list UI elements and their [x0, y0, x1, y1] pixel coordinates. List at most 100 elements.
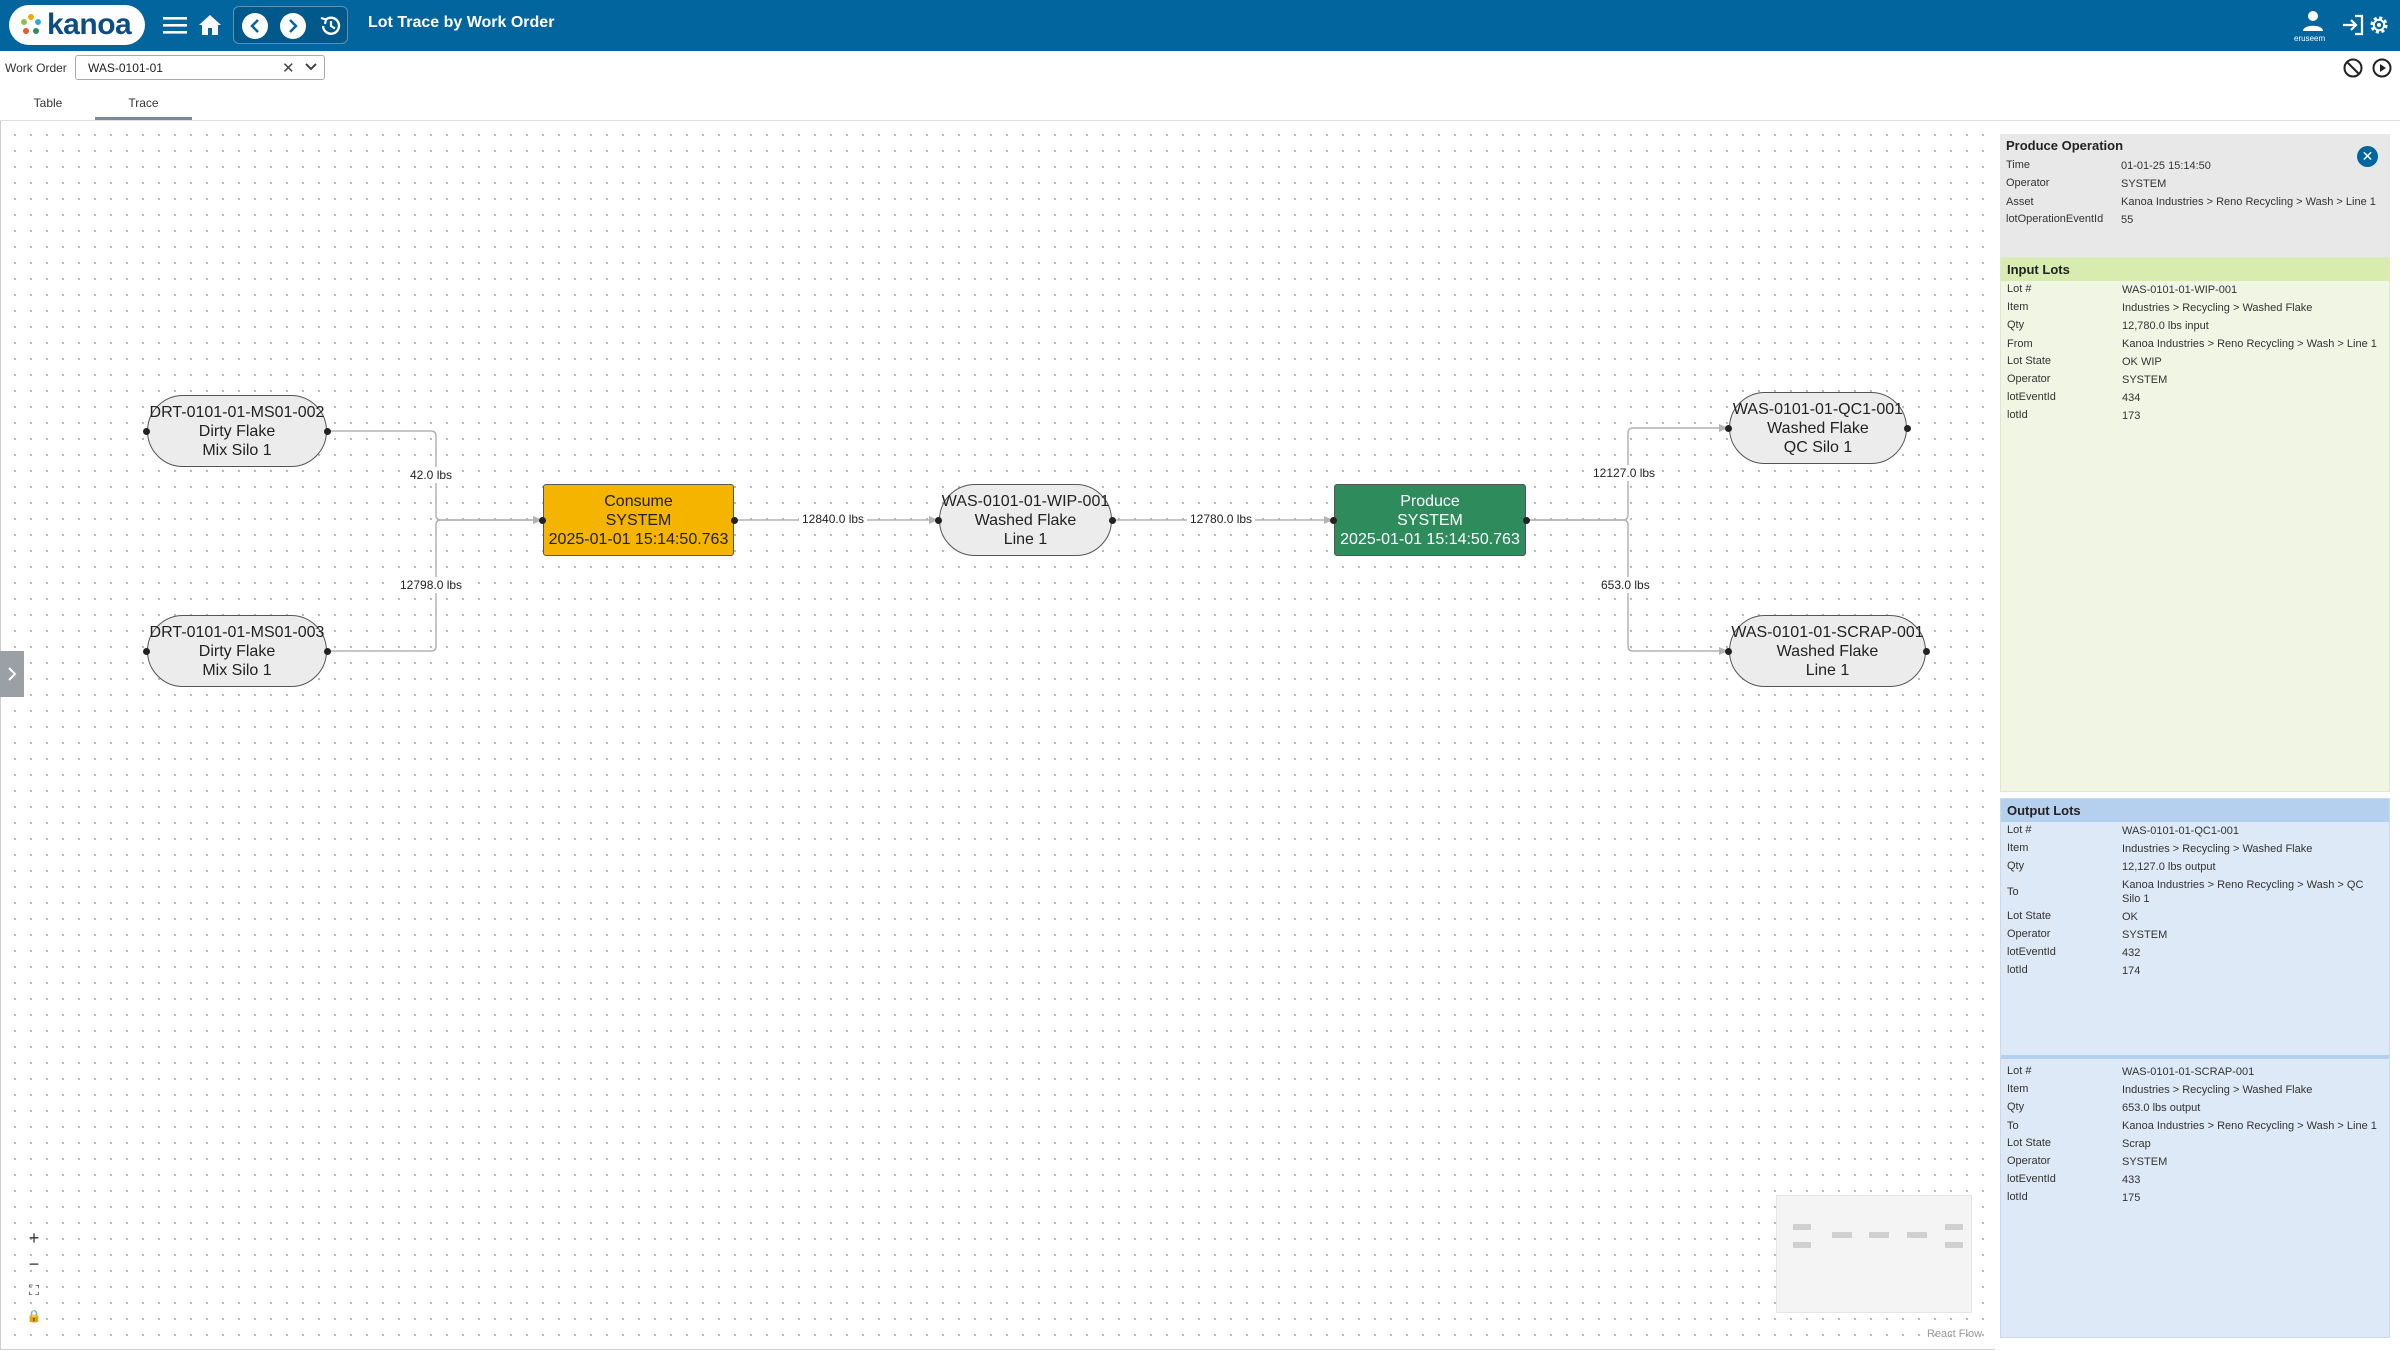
operation-rows: Time 01-01-25 15:14:50 Operator SYSTEM Ass…: [2000, 157, 2390, 229]
minimap-node: [1907, 1232, 1927, 1238]
menu-icon[interactable]: [160, 10, 190, 40]
play-icon[interactable]: [2371, 57, 2393, 79]
produce-operation-node[interactable]: Produce SYSTEM 2025-01-01 15:14:50.763: [1334, 484, 1526, 556]
node-handle[interactable]: [143, 648, 150, 655]
detail-row: Operator SYSTEM: [2001, 926, 2389, 944]
detail-key: Lot State: [2007, 355, 2052, 367]
detail-row: lotEventId 432: [2001, 944, 2389, 962]
sidebar-toggle-button[interactable]: [0, 651, 24, 697]
detail-value: Industries > Recycling > Washed Flake: [2122, 1084, 2313, 1096]
detail-value: 01-01-25 15:14:50: [2121, 160, 2211, 172]
kanoa-logo[interactable]: kanoa: [9, 5, 145, 45]
lot-node-ms002[interactable]: DRT-0101-01-MS01-002 Dirty Flake Mix Sil…: [147, 395, 327, 467]
detail-key: Item: [2007, 1083, 2029, 1095]
node-handle[interactable]: [1904, 425, 1911, 432]
user-icon[interactable]: [2298, 6, 2328, 36]
work-order-select[interactable]: WAS-0101-01 ✕: [75, 55, 325, 80]
clear-icon[interactable]: ✕: [282, 59, 295, 77]
detail-value: SYSTEM: [2122, 929, 2168, 941]
detail-key: From: [2007, 338, 2033, 350]
node-handle[interactable]: [1923, 648, 1930, 655]
node-lot-number: DRT-0101-01-MS01-002: [149, 403, 325, 421]
detail-key: Item: [2007, 842, 2029, 854]
detail-key: Qty: [2007, 860, 2025, 872]
detail-value: 12,127.0 lbs output: [2122, 861, 2216, 873]
detail-value: Industries > Recycling > Washed Flake: [2122, 843, 2313, 855]
consume-operation-node[interactable]: Consume SYSTEM 2025-01-01 15:14:50.763: [543, 484, 734, 556]
tab-trace[interactable]: Trace: [95, 96, 192, 110]
lock-icon[interactable]: 🔒: [20, 1303, 48, 1329]
forward-icon[interactable]: [280, 13, 306, 39]
detail-value: Industries > Recycling > Washed Flake: [2122, 302, 2313, 314]
node-handle[interactable]: [935, 517, 942, 524]
detail-value: 175: [2122, 1192, 2141, 1204]
detail-value: Kanoa Industries > Reno Recycling > Wash…: [2122, 879, 2364, 905]
node-handle[interactable]: [143, 428, 150, 435]
node-location: QC Silo 1: [1783, 438, 1853, 456]
detail-row: Qty 653.0 lbs output: [2001, 1099, 2389, 1117]
minimap[interactable]: [1776, 1195, 1972, 1313]
detail-row: To Kanoa Industries > Reno Recycling > Wa…: [2001, 876, 2389, 908]
detail-key: Item: [2007, 301, 2029, 313]
node-timestamp: 2025-01-01 15:14:50.763: [548, 530, 729, 548]
edge-label-12780: 12780.0 lbs: [1187, 511, 1256, 527]
output-lots-title: Output Lots: [2001, 799, 2389, 822]
zoom-out-icon[interactable]: −: [20, 1251, 48, 1277]
detail-key: Operator: [2007, 1155, 2051, 1167]
lot-node-qc[interactable]: WAS-0101-01-QC1-001 Washed Flake QC Silo…: [1729, 392, 1907, 464]
minimap-node: [1832, 1232, 1852, 1238]
react-flow-attribution[interactable]: React Flow: [1927, 1328, 1982, 1340]
detail-key: Qty: [2007, 1101, 2025, 1113]
node-handle[interactable]: [324, 648, 331, 655]
node-handle[interactable]: [1330, 517, 1337, 524]
detail-value: WAS-0101-01-QC1-001: [2122, 825, 2239, 837]
node-lot-number: WAS-0101-01-SCRAP-001: [1731, 623, 1924, 641]
detail-key: Lot #: [2007, 824, 2032, 836]
detail-value: 432: [2122, 947, 2141, 959]
detail-key: Lot #: [2007, 283, 2032, 295]
detail-key: lotId: [2007, 964, 2028, 976]
trace-canvas[interactable]: [0, 121, 1995, 1350]
node-handle[interactable]: [731, 517, 738, 524]
node-location: Line 1: [1003, 530, 1048, 548]
detail-key: Operator: [2007, 928, 2051, 940]
node-handle[interactable]: [324, 428, 331, 435]
lot-node-ms003[interactable]: DRT-0101-01-MS01-003 Dirty Flake Mix Sil…: [147, 615, 327, 687]
fit-view-icon[interactable]: ⛶: [20, 1277, 48, 1303]
node-location: Mix Silo 1: [202, 441, 272, 459]
node-handle[interactable]: [1523, 517, 1530, 524]
tab-table[interactable]: Table: [20, 96, 76, 110]
detail-key: Time: [2006, 159, 2031, 171]
zoom-in-icon[interactable]: +: [20, 1225, 48, 1251]
page-title: Lot Trace by Work Order: [368, 14, 555, 31]
lot-node-wip[interactable]: WAS-0101-01-WIP-001 Washed Flake Line 1: [939, 484, 1112, 556]
kanoa-logo-mark-icon: [21, 14, 41, 34]
home-icon[interactable]: [195, 10, 225, 40]
node-lot-number: WAS-0101-01-WIP-001: [941, 492, 1110, 510]
node-handle[interactable]: [1725, 425, 1732, 432]
logo-text: kanoa: [47, 8, 132, 41]
detail-value: SYSTEM: [2122, 1156, 2168, 1168]
edge-label-12798: 12798.0 lbs: [397, 577, 466, 593]
detail-value: 433: [2122, 1174, 2141, 1186]
history-icon[interactable]: [316, 11, 346, 41]
cancel-icon[interactable]: [2342, 57, 2364, 79]
node-operation-type: Produce: [1400, 492, 1460, 510]
user-name: eruseem: [2294, 34, 2326, 43]
detail-key: Lot State: [2007, 910, 2052, 922]
detail-row: lotOperationEventId 55: [2000, 211, 2390, 229]
detail-value: 55: [2121, 214, 2134, 226]
back-icon[interactable]: [242, 13, 268, 39]
settings-icon[interactable]: [2364, 10, 2394, 40]
node-handle[interactable]: [539, 517, 546, 524]
detail-key: Operator: [2006, 177, 2050, 189]
node-handle[interactable]: [1725, 648, 1732, 655]
node-operation-type: Consume: [604, 492, 673, 510]
node-handle[interactable]: [1109, 517, 1116, 524]
detail-row: Time 01-01-25 15:14:50: [2000, 157, 2390, 175]
detail-row: Lot State OK: [2001, 908, 2389, 926]
edge-label-653: 653.0 lbs: [1598, 577, 1653, 593]
lot-node-scrap[interactable]: WAS-0101-01-SCRAP-001 Washed Flake Line …: [1729, 615, 1926, 687]
node-lot-number: WAS-0101-01-QC1-001: [1732, 400, 1904, 418]
chevron-down-icon[interactable]: [304, 58, 318, 81]
